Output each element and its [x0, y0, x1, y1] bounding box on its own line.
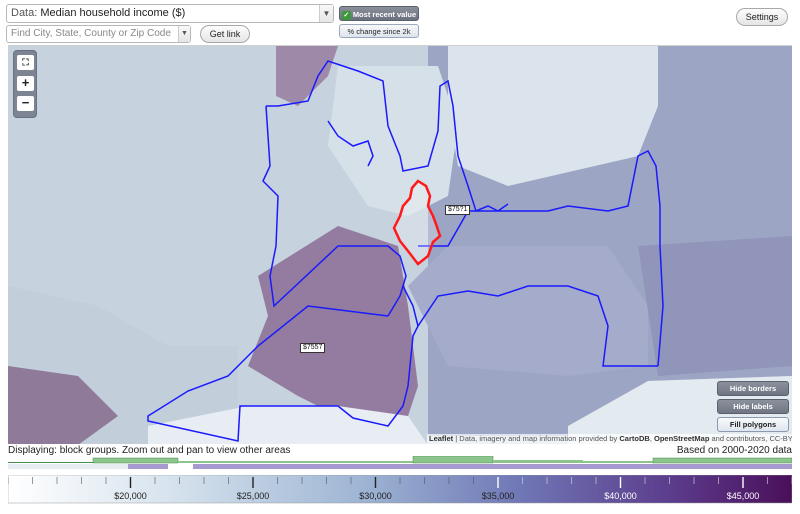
cartodb-link[interactable]: CartoDB: [619, 434, 649, 443]
histogram-bar: [178, 461, 288, 463]
data-select-prefix: Data:: [11, 7, 38, 19]
map-svg: [8, 46, 792, 444]
checkmark-icon: ✓: [341, 10, 351, 20]
region-south-east: [408, 246, 648, 376]
histogram-marker: [168, 464, 193, 469]
based-on-note: Based on 2000-2020 data: [676, 445, 792, 456]
chevron-down-icon: ▼: [319, 5, 333, 22]
chevron-down-icon: ▼: [178, 26, 190, 42]
legend-tick-label: $35,000: [482, 491, 515, 501]
histogram-bar: [288, 461, 413, 463]
map-attribution: Leaflet | Data, imagery and map informat…: [427, 434, 792, 444]
data-select[interactable]: Data: Median household income ($) ▼: [6, 4, 334, 23]
attribution-tail: and contributors, CC-BY-SA: [711, 434, 793, 443]
histogram-bar: [412, 456, 494, 464]
histogram-bar: [652, 457, 792, 464]
histogram-range-light: [8, 464, 128, 469]
displaying-note: Displaying: block groups. Zoom out and p…: [8, 445, 291, 456]
map-value-label: $7557: [300, 343, 326, 353]
osm-link[interactable]: OpenStreetMap: [654, 434, 709, 443]
map-value-label: $75?1: [445, 205, 471, 215]
get-link-button[interactable]: Get link: [200, 25, 250, 43]
color-legend: $20,000 $25,000 $30,000 $35,000 $40,000 $45,0…: [8, 475, 792, 504]
app-window: Data: Median household income ($) ▼ Find…: [0, 0, 800, 514]
histogram-bar: [493, 460, 583, 463]
histogram-bar: [583, 461, 653, 463]
fill-polygons-button[interactable]: Fill polygons: [717, 417, 789, 432]
legend-tick-label: $45,000: [727, 491, 760, 501]
most-recent-toggle[interactable]: ✓ Most recent value: [339, 6, 419, 21]
histogram: [8, 456, 792, 469]
histogram-bar: [92, 457, 179, 464]
expand-icon[interactable]: ⛶: [17, 55, 34, 70]
settings-button[interactable]: Settings: [736, 8, 788, 26]
legend-tick-label: $20,000: [114, 491, 147, 501]
zoom-controls: ⛶ + −: [13, 50, 37, 118]
search-input[interactable]: Find City, State, County or Zip Code ▼: [6, 25, 191, 43]
pct-change-toggle[interactable]: % change since 2k: [339, 24, 419, 38]
leaflet-link[interactable]: Leaflet: [429, 434, 453, 443]
legend-tick-label: $25,000: [237, 491, 270, 501]
most-recent-label: Most recent value: [352, 10, 417, 19]
map-canvas[interactable]: $75?1 $7557: [8, 45, 792, 444]
legend-tick-label: $40,000: [604, 491, 637, 501]
legend-tick-label: $30,000: [359, 491, 392, 501]
hide-labels-button[interactable]: Hide labels: [717, 399, 789, 414]
attribution-text: | Data, imagery and map information prov…: [453, 434, 620, 443]
search-placeholder: Find City, State, County or Zip Code: [11, 28, 171, 39]
zoom-out-button[interactable]: −: [17, 96, 34, 111]
zoom-in-button[interactable]: +: [17, 76, 34, 91]
data-select-value: Median household income ($): [40, 7, 186, 19]
hide-borders-button[interactable]: Hide borders: [717, 381, 789, 396]
